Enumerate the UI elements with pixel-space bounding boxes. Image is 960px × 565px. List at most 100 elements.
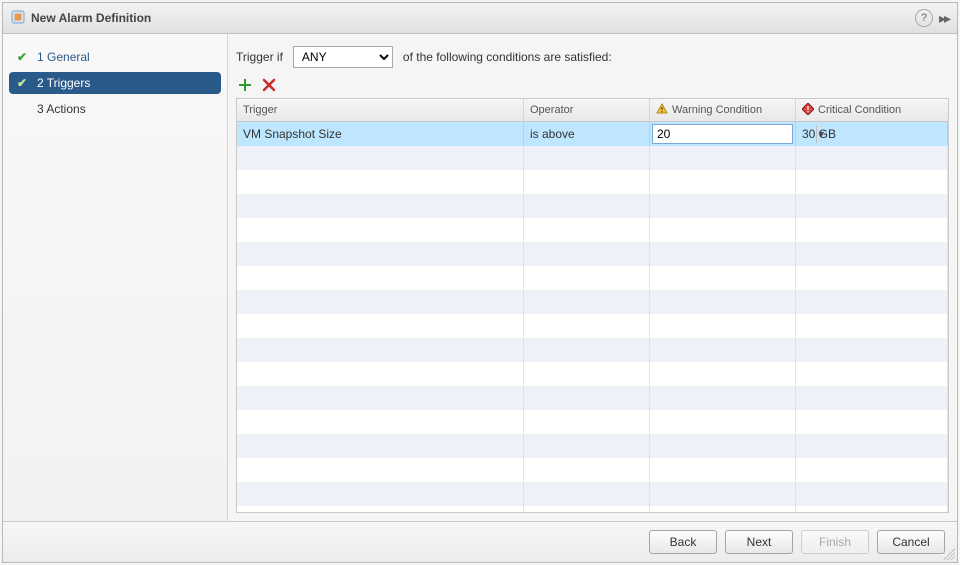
trigger-mode-select[interactable]: ANYALL — [293, 46, 393, 68]
cell-critical[interactable] — [796, 506, 948, 512]
cell-trigger[interactable] — [237, 362, 524, 386]
cell-warning[interactable] — [650, 410, 796, 434]
resize-grip[interactable] — [943, 548, 955, 560]
cell-operator[interactable] — [524, 146, 650, 170]
cell-warning[interactable] — [650, 314, 796, 338]
cell-operator[interactable] — [524, 218, 650, 242]
cell-trigger[interactable] — [237, 434, 524, 458]
cell-trigger[interactable] — [237, 482, 524, 506]
cell-critical[interactable] — [796, 482, 948, 506]
cell-critical[interactable] — [796, 314, 948, 338]
table-row[interactable] — [237, 362, 948, 386]
cell-operator[interactable] — [524, 290, 650, 314]
table-row[interactable] — [237, 482, 948, 506]
cell-critical[interactable] — [796, 434, 948, 458]
help-icon[interactable]: ? — [915, 9, 933, 27]
table-row[interactable] — [237, 338, 948, 362]
cell-trigger[interactable] — [237, 410, 524, 434]
cell-critical[interactable] — [796, 242, 948, 266]
cell-operator[interactable] — [524, 266, 650, 290]
col-header-warning[interactable]: Warning Condition — [650, 99, 796, 121]
cell-trigger[interactable] — [237, 338, 524, 362]
col-header-critical[interactable]: Critical Condition — [796, 99, 948, 121]
cell-warning[interactable] — [650, 506, 796, 512]
cell-operator[interactable] — [524, 314, 650, 338]
cell-warning[interactable] — [650, 386, 796, 410]
warning-value-input[interactable] — [653, 127, 816, 141]
cell-warning[interactable] — [650, 290, 796, 314]
table-row[interactable] — [237, 290, 948, 314]
remove-icon[interactable] — [260, 76, 278, 94]
table-row[interactable] — [237, 434, 948, 458]
table-row[interactable] — [237, 266, 948, 290]
cell-trigger[interactable] — [237, 170, 524, 194]
cell-warning[interactable] — [650, 362, 796, 386]
cell-warning[interactable] — [650, 146, 796, 170]
cell-critical[interactable] — [796, 410, 948, 434]
cell-operator[interactable] — [524, 386, 650, 410]
table-row[interactable] — [237, 242, 948, 266]
cell-trigger[interactable] — [237, 218, 524, 242]
table-row[interactable] — [237, 458, 948, 482]
cell-operator[interactable] — [524, 458, 650, 482]
next-button[interactable]: Next — [725, 530, 793, 554]
cell-warning[interactable] — [650, 170, 796, 194]
cell-trigger[interactable] — [237, 194, 524, 218]
cell-critical[interactable] — [796, 146, 948, 170]
cell-critical[interactable] — [796, 194, 948, 218]
cell-warning[interactable] — [650, 242, 796, 266]
table-row[interactable] — [237, 170, 948, 194]
cell-trigger[interactable]: VM Snapshot Size — [237, 122, 524, 146]
back-button[interactable]: Back — [649, 530, 717, 554]
col-header-trigger[interactable]: Trigger — [237, 99, 524, 121]
cell-critical[interactable] — [796, 362, 948, 386]
cell-operator[interactable] — [524, 338, 650, 362]
wizard-step-triggers[interactable]: ✔ 2 Triggers — [9, 72, 221, 94]
cell-critical[interactable] — [796, 218, 948, 242]
cell-critical[interactable] — [796, 338, 948, 362]
cell-operator[interactable] — [524, 194, 650, 218]
cell-critical[interactable] — [796, 290, 948, 314]
cell-operator[interactable] — [524, 170, 650, 194]
cell-critical[interactable] — [796, 266, 948, 290]
table-row[interactable] — [237, 218, 948, 242]
table-row[interactable] — [237, 410, 948, 434]
cell-operator[interactable]: is above — [524, 122, 650, 146]
cell-trigger[interactable] — [237, 290, 524, 314]
table-row[interactable] — [237, 506, 948, 512]
cell-warning[interactable] — [650, 266, 796, 290]
cell-warning[interactable] — [650, 218, 796, 242]
warning-input-combo[interactable]: ▼ — [652, 124, 793, 144]
cell-trigger[interactable] — [237, 146, 524, 170]
wizard-step-actions[interactable]: ✔ 3 Actions — [9, 98, 221, 120]
expand-icon[interactable]: ▸▸ — [939, 10, 949, 27]
cell-operator[interactable] — [524, 506, 650, 512]
table-row[interactable] — [237, 386, 948, 410]
cell-trigger[interactable] — [237, 266, 524, 290]
cell-trigger[interactable] — [237, 314, 524, 338]
cell-trigger[interactable] — [237, 386, 524, 410]
cancel-button[interactable]: Cancel — [877, 530, 945, 554]
cell-warning[interactable] — [650, 194, 796, 218]
table-row[interactable]: VM Snapshot Size is above ▼ 30 — [237, 122, 948, 146]
cell-warning[interactable] — [650, 434, 796, 458]
cell-operator[interactable] — [524, 362, 650, 386]
cell-critical[interactable] — [796, 170, 948, 194]
wizard-step-general[interactable]: ✔ 1 General — [9, 46, 221, 68]
cell-warning[interactable] — [650, 338, 796, 362]
cell-operator[interactable] — [524, 434, 650, 458]
cell-trigger[interactable] — [237, 506, 524, 512]
cell-warning[interactable] — [650, 482, 796, 506]
table-row[interactable] — [237, 146, 948, 170]
add-icon[interactable] — [236, 76, 254, 94]
finish-button[interactable]: Finish — [801, 530, 869, 554]
cell-critical[interactable]: 30 GB — [796, 122, 948, 146]
table-row[interactable] — [237, 194, 948, 218]
cell-operator[interactable] — [524, 410, 650, 434]
col-header-operator[interactable]: Operator — [524, 99, 650, 121]
cell-warning[interactable] — [650, 458, 796, 482]
cell-trigger[interactable] — [237, 242, 524, 266]
cell-critical[interactable] — [796, 458, 948, 482]
table-row[interactable] — [237, 314, 948, 338]
cell-warning[interactable]: ▼ — [650, 122, 796, 146]
